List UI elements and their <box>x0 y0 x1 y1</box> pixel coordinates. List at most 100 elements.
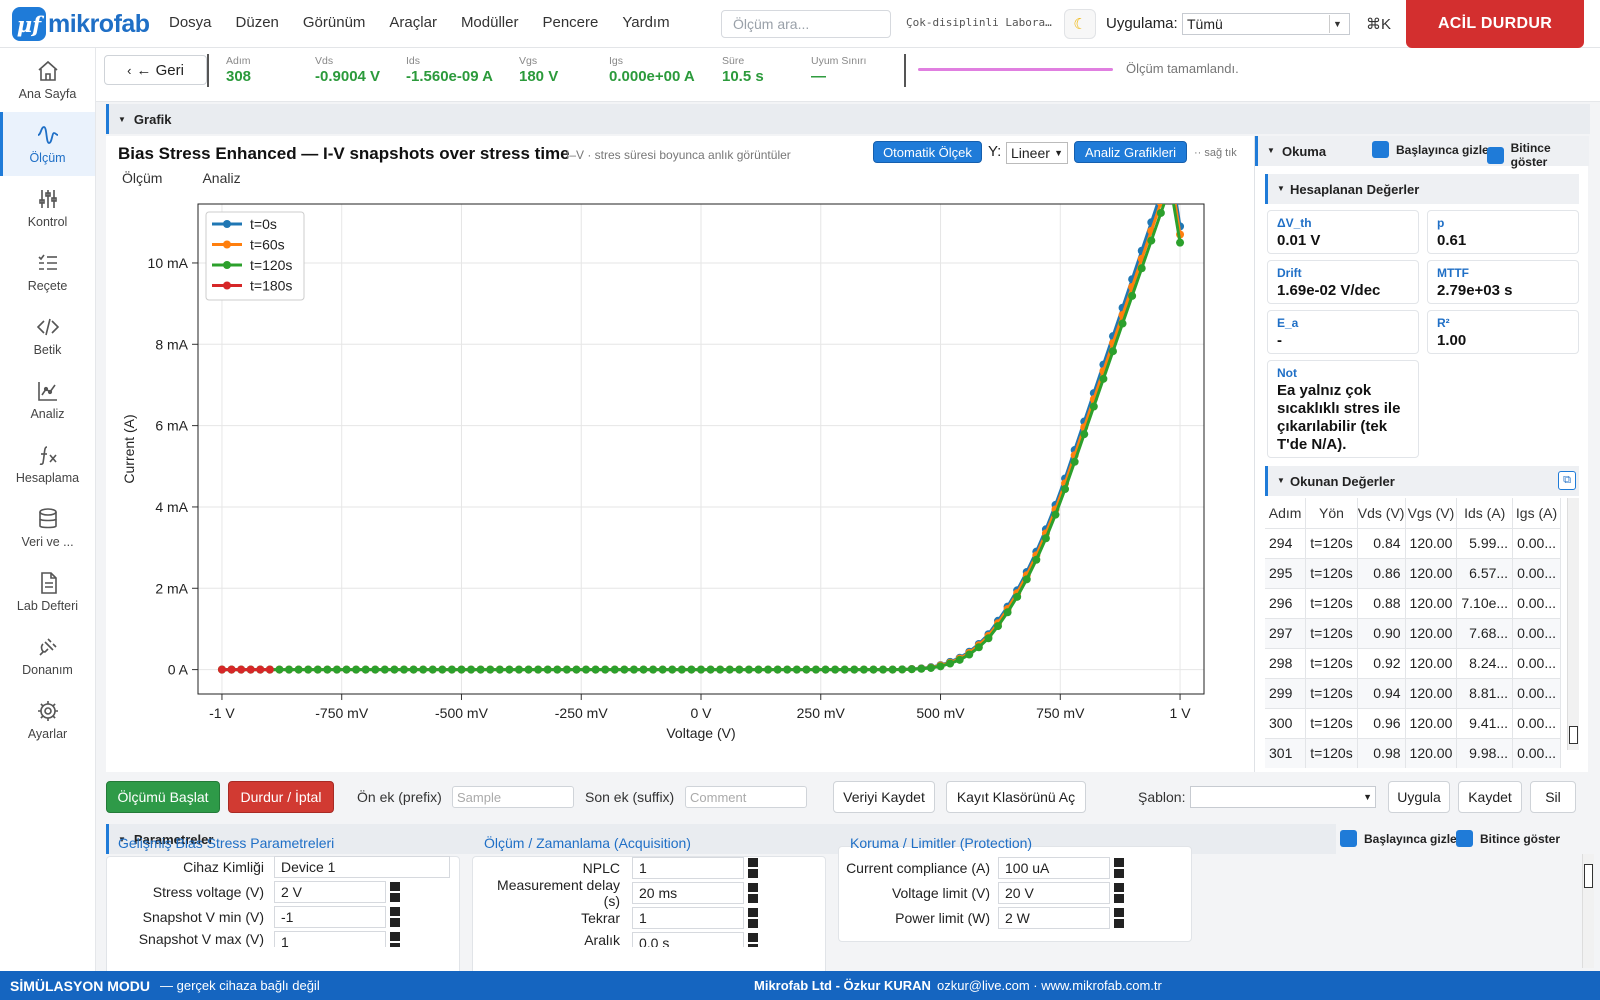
param-input[interactable]: -1 <box>274 906 386 928</box>
iv-chart[interactable]: -1 V -750 mV -500 mV -250 mV 0 V 250 mV 500 mV… <box>106 190 1242 770</box>
column-header[interactable]: Igs (A) <box>1512 498 1561 528</box>
legend-label[interactable]: t=60s <box>250 237 285 253</box>
column-header[interactable]: Yön <box>1305 498 1358 528</box>
grafik-section-header[interactable]: ▼ Grafik <box>106 104 1590 134</box>
suffix-input[interactable] <box>685 786 807 808</box>
menu-gorunum[interactable]: Görünüm <box>286 14 373 31</box>
spinner-icon[interactable] <box>390 882 400 902</box>
show-on-end-checkbox[interactable]: Bitince göster <box>1487 141 1589 169</box>
param-input[interactable]: 20 ms <box>632 882 744 904</box>
sidebar-item-hardware[interactable]: Donanım <box>0 624 95 688</box>
search-input[interactable] <box>721 10 891 38</box>
stop-cancel-button[interactable]: Durdur / İptal <box>228 781 334 813</box>
table-row[interactable]: 296 t=120s 0.88 120.00 7.10e... 0.00... <box>1265 587 1561 618</box>
readout-header[interactable]: ▼ Okuma Başlayınca gizle Bitince göster <box>1255 136 1589 169</box>
sidebar-item-label: Lab Defteri <box>16 599 79 613</box>
param-input[interactable]: 1 <box>632 907 744 929</box>
sidebar-item-home[interactable]: Ana Sayfa <box>0 48 95 112</box>
emergency-stop-button[interactable]: ACİL DURDUR <box>1406 0 1584 48</box>
prefix-input[interactable] <box>452 786 574 808</box>
tab-measurement[interactable]: Ölçüm <box>114 168 170 188</box>
spinner-icon[interactable] <box>748 858 758 878</box>
table-cell: 295 <box>1265 557 1307 588</box>
spinner-icon[interactable] <box>1114 858 1124 878</box>
command-palette-shortcut[interactable]: ⌘K <box>1366 15 1391 33</box>
menu-duzen[interactable]: Düzen <box>219 14 286 31</box>
analysis-plots-button[interactable]: Analiz Grafikleri <box>1074 141 1187 163</box>
column-header[interactable]: Ids (A) <box>1456 498 1514 528</box>
sidebar-item-calculation[interactable]: Hesaplama <box>0 432 95 496</box>
app-filter-select[interactable]: Tümü ▼ <box>1182 13 1350 35</box>
metric-value: - <box>1277 332 1282 349</box>
param-input[interactable]: 2 V <box>274 881 386 903</box>
param-input[interactable]: Device 1 <box>274 856 450 878</box>
theme-toggle-button[interactable]: ☾ <box>1064 9 1096 39</box>
param-input[interactable]: 2 W <box>998 907 1110 929</box>
template-select[interactable]: ▼ <box>1190 786 1376 808</box>
apply-button[interactable]: Uygula <box>1388 781 1450 813</box>
sidebar-item-recipe[interactable]: Reçete <box>0 240 95 304</box>
legend-label[interactable]: t=180s <box>250 278 292 294</box>
app-logo[interactable]: μf mikrofab <box>12 7 150 41</box>
save-template-button[interactable]: Kaydet <box>1458 781 1522 813</box>
table-row[interactable]: 298 t=120s 0.92 120.00 8.24... 0.00... <box>1265 647 1561 678</box>
table-scrollbar[interactable] <box>1567 498 1579 750</box>
database-icon <box>38 508 57 529</box>
params-scrollbar[interactable] <box>1582 854 1594 968</box>
scrollbar-thumb[interactable] <box>1584 864 1593 888</box>
menu-yardim[interactable]: Yardım <box>605 14 676 31</box>
start-measurement-button[interactable]: Ölçümü Başlat <box>106 781 220 813</box>
table-row[interactable]: 300 t=120s 0.96 120.00 9.41... 0.00... <box>1265 707 1561 738</box>
autoscale-button[interactable]: Otomatik Ölçek <box>873 141 982 163</box>
sidebar-item-measurement[interactable]: Ölçüm <box>0 112 95 176</box>
tab-analysis[interactable]: Analiz <box>194 168 248 188</box>
table-row[interactable]: 297 t=120s 0.90 120.00 7.68... 0.00... <box>1265 617 1561 648</box>
spinner-icon[interactable] <box>748 883 758 903</box>
spinner-icon[interactable] <box>1114 908 1124 928</box>
computed-values-header[interactable]: ▼ Hesaplanan Değerler <box>1265 174 1579 204</box>
hide-on-start-checkbox[interactable]: Başlayınca gizle <box>1372 141 1489 158</box>
menu-moduller[interactable]: Modüller <box>444 14 526 31</box>
save-data-button[interactable]: Veriyi Kaydet <box>833 781 935 813</box>
spinner-icon[interactable] <box>1114 883 1124 903</box>
read-values-header[interactable]: ▼ Okunan Değerler ⧉ <box>1265 466 1579 496</box>
params-show-on-end-checkbox[interactable]: Bitince göster <box>1456 830 1560 847</box>
sidebar-item-settings[interactable]: Ayarlar <box>0 688 95 752</box>
copy-icon[interactable]: ⧉ <box>1558 471 1576 490</box>
table-row[interactable]: 294 t=120s 0.84 120.00 5.99... 0.00... <box>1265 527 1561 558</box>
column-header[interactable]: Vgs (V) <box>1405 498 1458 528</box>
spinner-icon[interactable] <box>390 932 400 947</box>
data-point <box>821 665 830 674</box>
column-header[interactable]: Adım <box>1265 498 1307 528</box>
spinner-icon[interactable] <box>390 907 400 927</box>
sidebar-item-data[interactable]: Veri ve ... <box>0 496 95 560</box>
scrollbar-thumb[interactable] <box>1569 726 1578 744</box>
param-input[interactable]: 100 uA <box>998 857 1110 879</box>
table-row[interactable]: 295 t=120s 0.86 120.00 6.57... 0.00... <box>1265 557 1561 588</box>
param-input[interactable]: 20 V <box>998 882 1110 904</box>
menu-pencere[interactable]: Pencere <box>525 14 605 31</box>
param-input[interactable]: 1 <box>274 931 386 947</box>
table-row[interactable]: 301 t=120s 0.98 120.00 9.98... 0.00... <box>1265 737 1561 768</box>
column-header[interactable]: Vds (V) <box>1357 498 1406 528</box>
table-row[interactable]: 299 t=120s 0.94 120.00 8.81... 0.00... <box>1265 677 1561 708</box>
sidebar-item-notebook[interactable]: Lab Defteri <box>0 560 95 624</box>
legend-label[interactable]: t=0s <box>250 216 277 232</box>
params-hide-on-start-checkbox[interactable]: Başlayınca gizle <box>1340 830 1457 847</box>
legend-label[interactable]: t=120s <box>250 257 292 273</box>
sidebar-item-control[interactable]: Kontrol <box>0 176 95 240</box>
delete-template-button[interactable]: Sil <box>1530 781 1576 813</box>
param-input[interactable]: 1 <box>632 857 744 879</box>
back-button[interactable]: ‹ ← Geri <box>104 55 207 85</box>
sidebar-item-analysis[interactable]: Analiz <box>0 368 95 432</box>
spinner-icon[interactable] <box>748 908 758 928</box>
open-folder-button[interactable]: Kayıt Klasörünü Aç <box>946 781 1086 813</box>
data-point <box>486 665 495 674</box>
menu-dosya[interactable]: Dosya <box>152 14 219 31</box>
param-input[interactable]: 0.0 s <box>632 932 744 947</box>
spinner-icon[interactable] <box>748 933 758 947</box>
menu-araclar[interactable]: Araçlar <box>372 14 444 31</box>
y-scale-select[interactable]: Lineer ▼ <box>1006 142 1068 164</box>
sidebar-item-script[interactable]: Betik <box>0 304 95 368</box>
data-point <box>1157 190 1165 198</box>
